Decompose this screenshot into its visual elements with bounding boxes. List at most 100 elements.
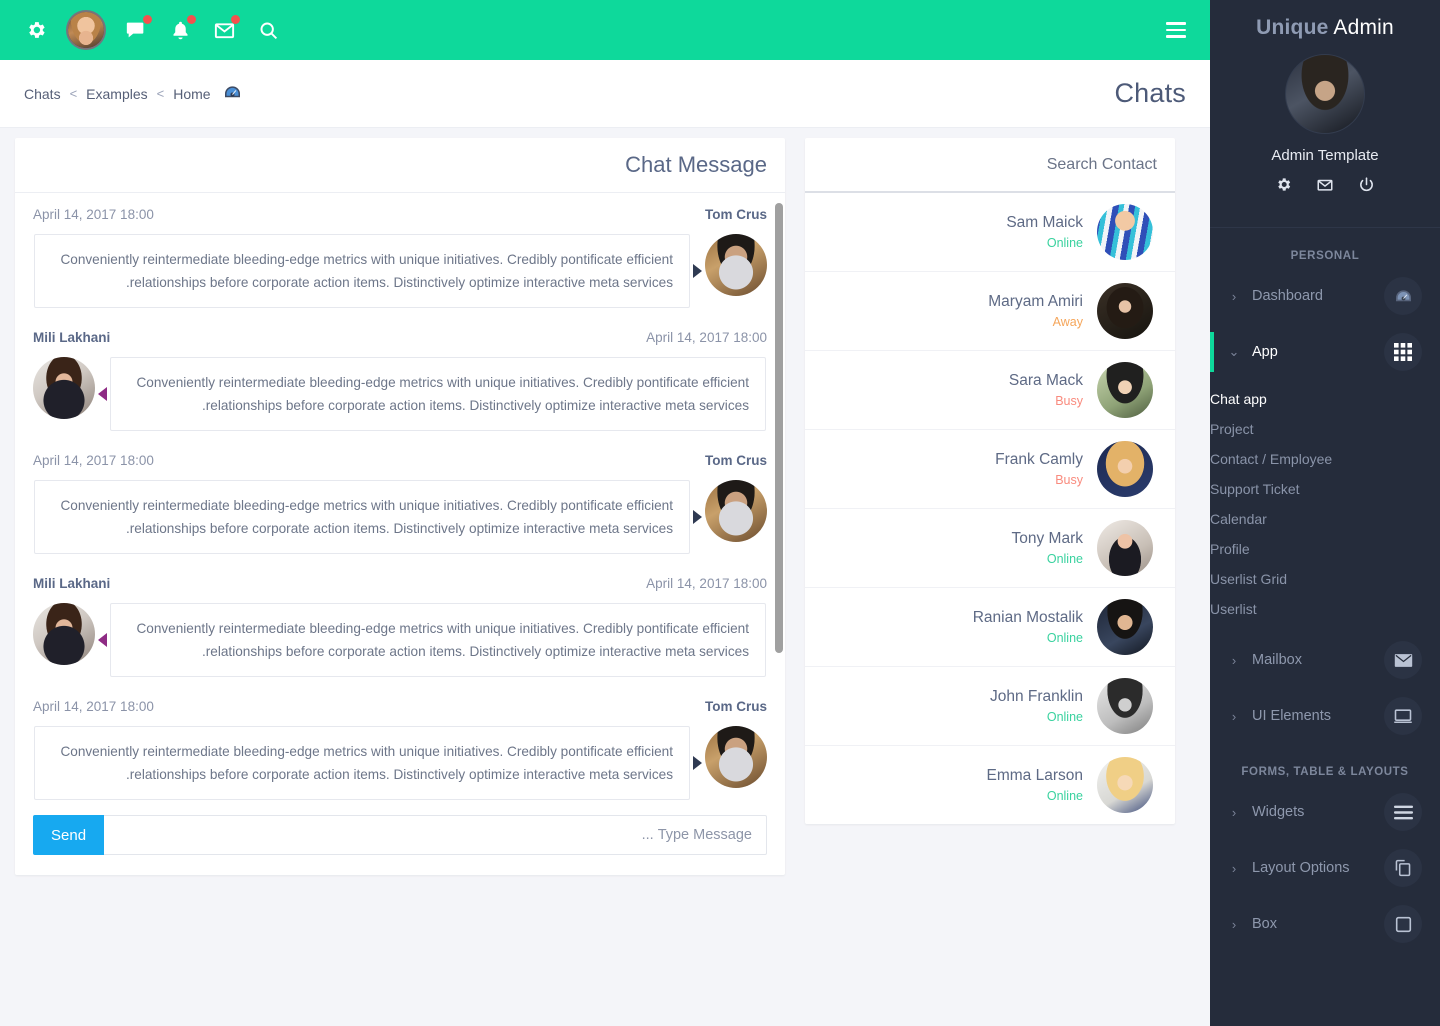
chevron-left-icon[interactable]: ‹ [1228,653,1240,668]
contact-list-item[interactable]: Ranian Mostalik Online [805,588,1175,667]
sidebar-subitem-profile[interactable]: Profile [1210,534,1440,564]
message-avatar[interactable] [705,234,767,296]
contact-avatar[interactable] [1097,520,1153,576]
contact-avatar[interactable] [1097,678,1153,734]
chat-message: April 14, 2017 18:00 Tom Crus Conveniently… [33,699,767,800]
contact-list-item[interactable]: Emma Larson Online [805,746,1175,824]
message-body: Conveniently reintermediate bleeding-edg… [33,234,767,308]
contact-avatar[interactable] [1097,599,1153,655]
hamburger-bar [1166,35,1186,38]
avatar-image [68,12,104,48]
sidebar-subitem-userlist-grid[interactable]: Userlist Grid [1210,564,1440,594]
sidebar-subitem-calendar[interactable]: Calendar [1210,504,1440,534]
contact-status: Busy [1055,393,1083,408]
contact-avatar[interactable] [1097,757,1153,813]
sidebar-subitem-support-ticket[interactable]: Support Ticket [1210,474,1440,504]
envelope-badge [231,15,240,24]
breadcrumb: Chats < Examples < Home [24,85,241,103]
envelope-icon[interactable] [1316,176,1334,199]
message-body: Conveniently reintermediate bleeding-edg… [33,726,767,800]
contact-avatar[interactable] [1097,204,1153,260]
send-button[interactable]: Send [33,815,105,855]
breadcrumb-item-examples[interactable]: Examples [86,86,147,102]
chat-badge [143,15,152,24]
chat-message-card: Chat Message April 14, 2017 18:00 Tom Cru… [15,138,785,875]
user-avatar[interactable] [66,10,106,50]
chevron-left-icon[interactable]: ‹ [1228,917,1240,932]
brand-logo[interactable]: Unique Admin [1210,0,1440,40]
breadcrumb-item-chats[interactable]: Chats [24,86,61,102]
hamburger-bar [1166,22,1186,25]
contact-name: Tony Mark [1011,529,1084,547]
sidebar-item-app[interactable]: App ⌄ [1210,324,1440,380]
message-scrollbar[interactable] [774,193,783,801]
sidebar: Unique Admin Admin Template PERSONAL Dash… [1210,0,1440,1026]
contact-list-item[interactable]: Maryam Amiri Away [805,272,1175,351]
profile-avatar[interactable] [1285,54,1365,134]
power-icon[interactable] [1358,176,1375,199]
scrollbar-thumb[interactable] [775,203,783,653]
chat-icon[interactable] [114,8,158,52]
sidebar-subitem-chat-app[interactable]: Chat app [1210,384,1440,414]
contact-list-item[interactable]: Sam Maick Online [805,193,1175,272]
message-avatar[interactable] [705,480,767,542]
sidebar-item-mailbox[interactable]: Mailbox ‹ [1210,632,1440,688]
contact-name: Frank Camly [995,450,1083,468]
chevron-left-icon[interactable]: ‹ [1228,709,1240,724]
gear-icon[interactable] [14,8,58,52]
sidebar-subitem-project[interactable]: Project [1210,414,1440,444]
sidebar-item-layout-options[interactable]: Layout Options ‹ [1210,840,1440,896]
sidebar-item-label: Dashboard [1252,288,1323,304]
contact-list-item[interactable]: Frank Camly Busy [805,430,1175,509]
chevron-left-icon[interactable]: ‹ [1228,861,1240,876]
message-time: April 14, 2017 18:00 [33,207,154,222]
sidebar-item-dashboard[interactable]: Dashboard ‹ [1210,268,1440,324]
chevron-left-icon[interactable]: ‹ [1228,805,1240,820]
contact-status: Online [1046,630,1083,645]
contact-status: Busy [1055,472,1083,487]
contact-text: Ranian Mostalik Online [973,607,1083,648]
envelope-icon [1384,641,1422,679]
contact-list-item[interactable]: Tony Mark Online [805,509,1175,588]
dashboard-icon [1384,277,1422,315]
contact-avatar[interactable] [1097,362,1153,418]
contact-avatar[interactable] [1097,283,1153,339]
envelope-icon[interactable] [202,8,246,52]
contact-status: Online [1046,709,1083,724]
contact-name: Emma Larson [986,766,1083,784]
contact-list: Sam Maick Online Maryam Amiri Away Sara Mack… [805,193,1175,824]
sidebar-toggle-button[interactable] [1156,10,1196,50]
bell-icon[interactable] [158,8,202,52]
chat-message: Mili Lakhani April 14, 2017 18:00 Convenie… [33,330,767,431]
breadcrumb-separator: < [156,86,165,101]
bubble-arrow-icon [98,633,107,647]
message-avatar[interactable] [33,603,95,665]
bell-badge [187,15,196,24]
sidebar-item-ui-elements[interactable]: UI Elements ‹ [1210,688,1440,744]
message-input[interactable] [104,815,767,855]
contact-list-item[interactable]: John Franklin Online [805,667,1175,746]
chevron-left-icon[interactable]: ‹ [1228,289,1240,304]
chat-message: April 14, 2017 18:00 Tom Crus Conveniently… [33,207,767,308]
gear-icon[interactable] [1275,176,1292,199]
search-contact-input[interactable] [823,155,1157,174]
message-composer: Send [15,801,785,875]
chevron-down-icon[interactable]: ⌄ [1228,344,1240,360]
search-icon[interactable] [246,8,290,52]
sidebar-item-label: Widgets [1252,804,1305,820]
message-list[interactable]: April 14, 2017 18:00 Tom Crus Conveniently… [15,193,785,801]
chat-message: Mili Lakhani April 14, 2017 18:00 Convenie… [33,576,767,677]
chat-message: April 14, 2017 18:00 Tom Crus Conveniently… [33,453,767,554]
message-avatar[interactable] [33,357,95,419]
sidebar-item-box[interactable]: Box ‹ [1210,896,1440,952]
message-bubble: Conveniently reintermediate bleeding-edg… [110,603,766,677]
sidebar-item-widgets[interactable]: Widgets ‹ [1210,784,1440,840]
breadcrumb-item-home[interactable]: Home [173,86,210,102]
contact-list-item[interactable]: Sara Mack Busy [805,351,1175,430]
sidebar-subitem-contact-employee[interactable]: Contact / Employee [1210,444,1440,474]
sidebar-subitem-userlist[interactable]: Userlist [1210,594,1440,624]
contact-avatar[interactable] [1097,441,1153,497]
copy-icon [1384,849,1422,887]
message-avatar[interactable] [705,726,767,788]
message-time: April 14, 2017 18:00 [646,576,767,591]
